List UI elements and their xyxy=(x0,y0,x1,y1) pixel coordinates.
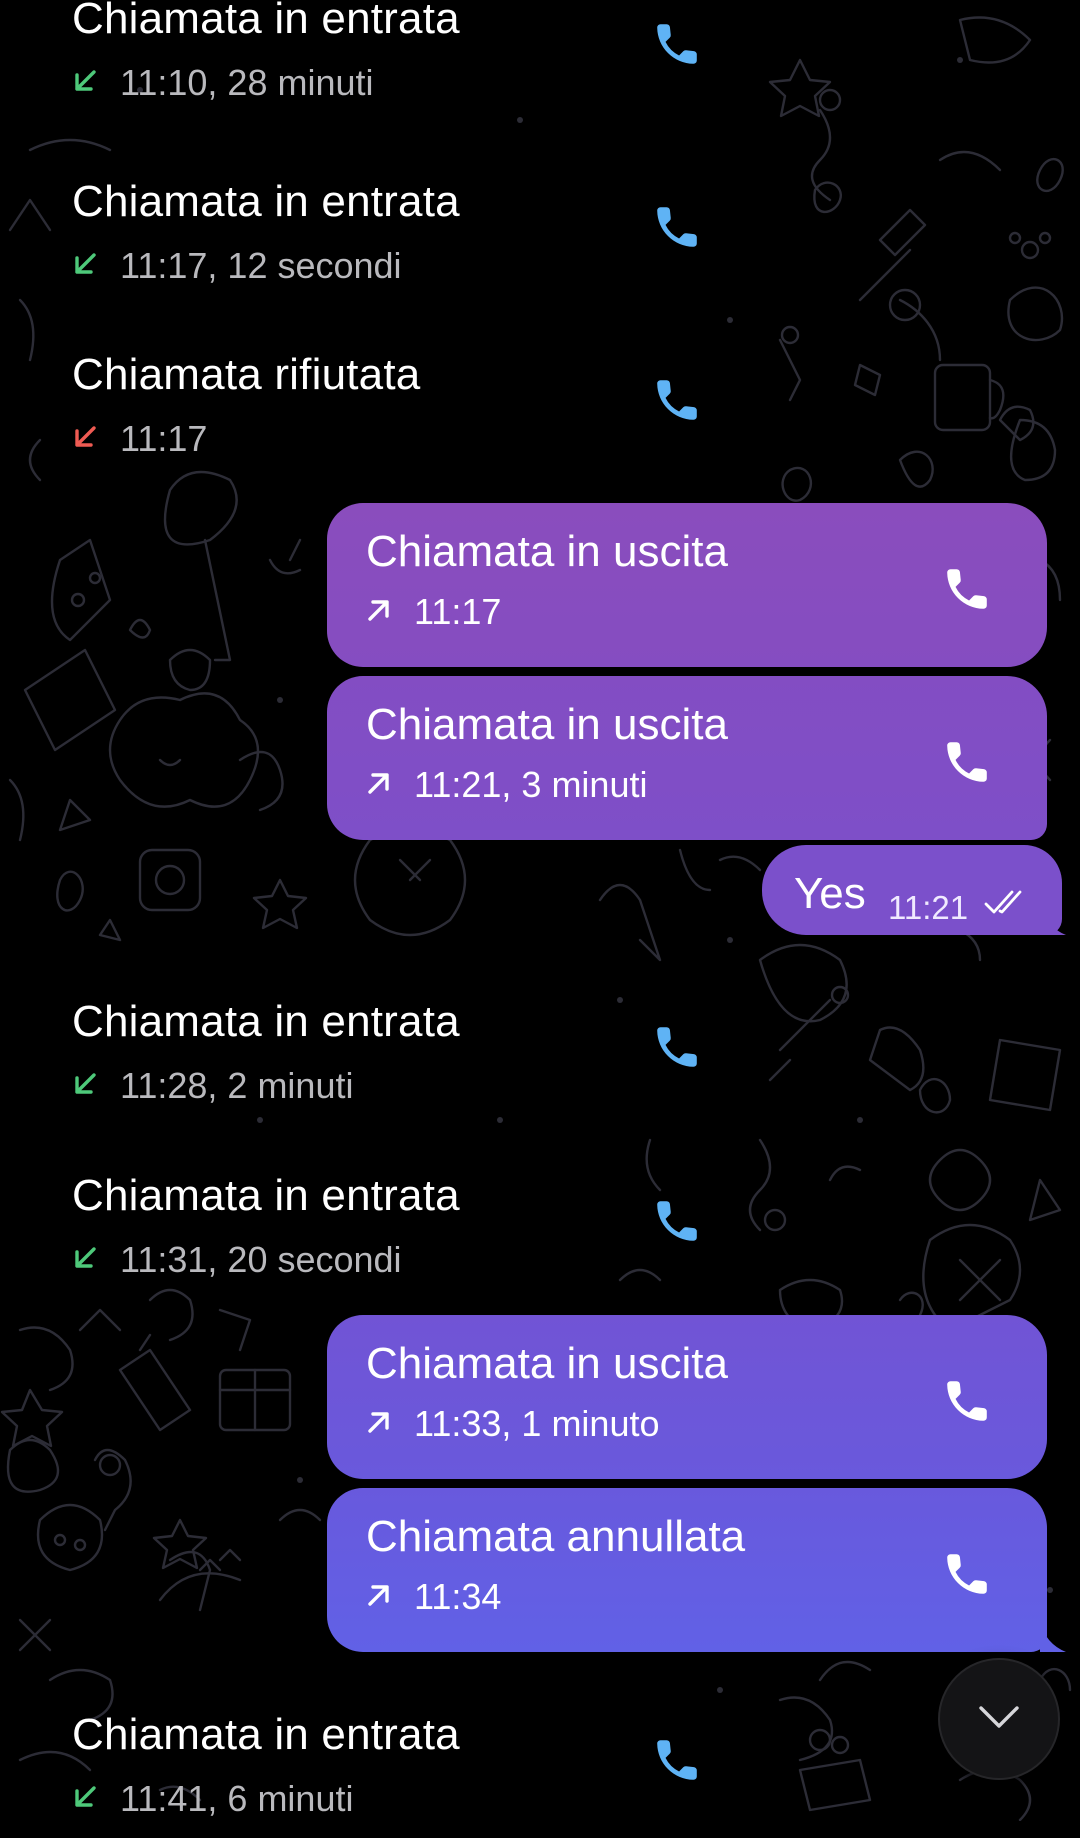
phone-icon xyxy=(947,742,987,782)
phone-icon xyxy=(657,1740,697,1780)
call-time: 11:17 xyxy=(414,591,502,632)
call-back-button[interactable] xyxy=(645,368,709,432)
message-time: 11:21 xyxy=(888,889,969,926)
phone-icon xyxy=(657,380,697,420)
call-back-button[interactable] xyxy=(645,12,709,76)
call-back-button[interactable] xyxy=(645,195,709,259)
call-time: 11:28, 2 minuti xyxy=(120,1065,354,1106)
incoming-arrow-icon xyxy=(72,1784,98,1815)
outgoing-arrow-icon xyxy=(366,1409,392,1440)
phone-icon xyxy=(657,207,697,247)
call-time: 11:33, 1 minuto xyxy=(414,1403,660,1444)
call-title: Chiamata in entrata xyxy=(72,0,460,43)
call-back-button[interactable] xyxy=(935,1542,999,1606)
outgoing-arrow-icon xyxy=(366,1582,392,1613)
incoming-call-message: Chiamata in entrata 11:41, 6 minuti xyxy=(0,1698,760,1838)
declined-call-message: Chiamata rifiutata 11:17 xyxy=(0,338,760,478)
call-back-button[interactable] xyxy=(645,1728,709,1792)
phone-icon xyxy=(947,1554,987,1594)
bubble-tail xyxy=(1040,1622,1066,1652)
call-time: 11:21, 3 minuti xyxy=(414,764,648,805)
outgoing-arrow-icon xyxy=(366,597,392,628)
incoming-arrow-icon xyxy=(72,1245,98,1276)
outgoing-call-message: Chiamata annullata 11:34 xyxy=(327,1488,1047,1652)
call-title: Chiamata rifiutata xyxy=(72,350,421,399)
phone-icon xyxy=(657,1201,697,1241)
phone-icon xyxy=(947,569,987,609)
incoming-arrow-icon xyxy=(72,68,98,99)
call-back-button[interactable] xyxy=(645,1015,709,1079)
declined-arrow-icon xyxy=(72,424,98,455)
outgoing-call-message: Chiamata in uscita 11:33, 1 minuto xyxy=(327,1315,1047,1479)
bubble-tail xyxy=(1040,905,1066,935)
call-back-button[interactable] xyxy=(935,1369,999,1433)
call-time: 11:41, 6 minuti xyxy=(120,1778,354,1819)
incoming-call-message: Chiamata in entrata 11:17, 12 secondi xyxy=(0,165,760,305)
incoming-call-message: Chiamata in entrata 11:28, 2 minuti xyxy=(0,985,760,1125)
call-back-button[interactable] xyxy=(645,1189,709,1253)
call-time: 11:17 xyxy=(120,418,208,459)
call-title: Chiamata in entrata xyxy=(72,1171,460,1220)
call-time: 11:34 xyxy=(414,1576,502,1617)
double-check-icon xyxy=(982,887,1032,922)
call-title: Chiamata annullata xyxy=(366,1512,746,1561)
incoming-call-message: Chiamata in entrata 11:31, 20 secondi xyxy=(0,1159,760,1299)
phone-icon xyxy=(657,24,697,64)
message-text: Yes xyxy=(794,869,866,918)
phone-icon xyxy=(947,1381,987,1421)
call-title: Chiamata in uscita xyxy=(366,1339,728,1388)
phone-icon xyxy=(657,1027,697,1067)
call-title: Chiamata in uscita xyxy=(366,527,728,576)
incoming-arrow-icon xyxy=(72,251,98,282)
outgoing-call-message: Chiamata in uscita 11:21, 3 minuti xyxy=(327,676,1047,840)
outgoing-text-message[interactable]: Yes 11:21 xyxy=(762,845,1062,935)
incoming-arrow-icon xyxy=(72,1071,98,1102)
scroll-to-bottom-button[interactable] xyxy=(938,1658,1060,1780)
call-time: 11:31, 20 secondi xyxy=(120,1239,402,1280)
call-back-button[interactable] xyxy=(935,557,999,621)
call-title: Chiamata in entrata xyxy=(72,997,460,1046)
outgoing-call-message: Chiamata in uscita 11:17 xyxy=(327,503,1047,667)
call-title: Chiamata in uscita xyxy=(366,700,728,749)
chat-message-list[interactable]: Chiamata in entrata 11:10, 28 minuti Chi… xyxy=(0,0,1080,1821)
call-title: Chiamata in entrata xyxy=(72,177,460,226)
call-back-button[interactable] xyxy=(935,730,999,794)
outgoing-arrow-icon xyxy=(366,770,392,801)
incoming-call-message: Chiamata in entrata 11:10, 28 minuti xyxy=(0,0,760,122)
call-time: 11:17, 12 secondi xyxy=(120,245,402,286)
call-title: Chiamata in entrata xyxy=(72,1710,460,1759)
call-time: 11:10, 28 minuti xyxy=(120,62,374,103)
chevron-down-icon xyxy=(977,1704,1021,1735)
